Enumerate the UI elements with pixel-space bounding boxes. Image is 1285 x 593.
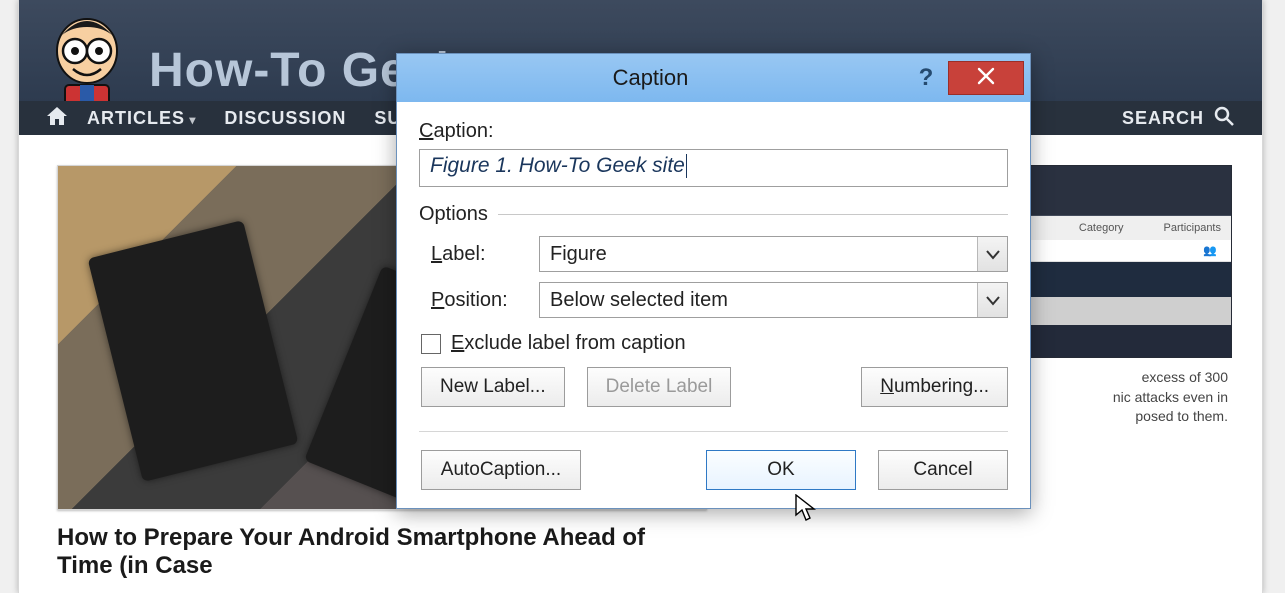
position-row: Position: Below selected item <box>419 282 1008 318</box>
nav-articles[interactable]: ARTICLES <box>87 108 196 129</box>
label-row: Label: Figure <box>419 236 1008 272</box>
search-icon <box>1214 106 1234 131</box>
position-field-label: Position: <box>419 289 539 312</box>
help-button[interactable]: ? <box>904 64 948 92</box>
caption-label: Caption: <box>419 120 1008 143</box>
caption-value: Figure 1. How-To Geek site <box>430 154 685 177</box>
participants-col: Participants <box>1164 222 1221 234</box>
autocaption-button[interactable]: AutoCaption... <box>421 450 581 490</box>
nav-discussion[interactable]: DISCUSSION <box>224 108 346 129</box>
numbering-button[interactable]: Numbering... <box>861 367 1008 407</box>
label-field-label: Label: <box>419 243 539 266</box>
chevron-down-icon <box>986 243 1000 266</box>
dialog-body: Caption: Figure 1. How-To Geek site Opti… <box>397 102 1030 508</box>
chevron-down-icon <box>986 289 1000 312</box>
dialog-footer-buttons: AutoCaption... OK Cancel <box>419 431 1008 490</box>
position-combo-value: Below selected item <box>540 289 977 312</box>
delete-label-button: Delete Label <box>587 367 732 407</box>
cancel-button[interactable]: Cancel <box>878 450 1008 490</box>
text-cursor <box>686 154 687 178</box>
exclude-checkbox[interactable] <box>421 334 441 354</box>
nav-search[interactable]: SEARCH <box>1122 106 1234 131</box>
exclude-label: Exclude label from caption <box>451 332 686 355</box>
position-combo[interactable]: Below selected item <box>539 282 1008 318</box>
article-title: How to Prepare Your Android Smartphone A… <box>57 524 707 580</box>
options-group-label: Options <box>419 203 1008 226</box>
ok-button[interactable]: OK <box>706 450 856 490</box>
label-combo-button[interactable] <box>977 237 1007 271</box>
close-icon <box>977 67 995 90</box>
divider <box>498 214 1008 215</box>
label-combo[interactable]: Figure <box>539 236 1008 272</box>
numbering-rest: umbering... <box>894 376 989 398</box>
close-button[interactable] <box>948 61 1024 95</box>
category-col: Category <box>1079 222 1124 234</box>
label-combo-value: Figure <box>540 243 977 266</box>
exclude-checkbox-row[interactable]: Exclude label from caption <box>421 332 1008 355</box>
caption-input[interactable]: Figure 1. How-To Geek site <box>419 149 1008 187</box>
position-combo-button[interactable] <box>977 283 1007 317</box>
search-label: SEARCH <box>1122 108 1204 129</box>
participants-icon: 👥 <box>1203 244 1217 257</box>
caption-dialog: Caption ? Caption: Figure 1. How-To Geek… <box>396 53 1031 509</box>
dialog-titlebar[interactable]: Caption ? <box>397 54 1030 102</box>
options-label: Options <box>419 203 488 226</box>
dialog-title: Caption <box>397 65 904 91</box>
label-buttons-row: New Label... Delete Label Numbering... <box>419 367 1008 407</box>
home-icon[interactable] <box>47 107 67 130</box>
new-label-button[interactable]: New Label... <box>421 367 565 407</box>
